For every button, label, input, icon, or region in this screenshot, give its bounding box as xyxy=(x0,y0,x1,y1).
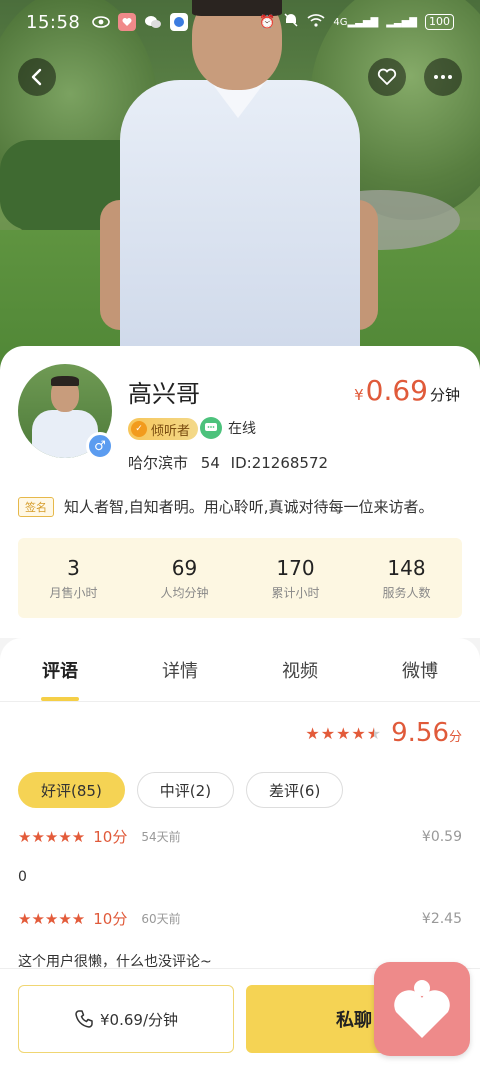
review-stars: ★★★★★ xyxy=(18,827,86,846)
tab-bar: 评语 详情 视频 微博 xyxy=(0,638,480,702)
profile-meta: 哈尔滨市 54 ID:21268572 xyxy=(128,452,328,473)
profile-photo xyxy=(0,0,480,400)
star-icon: ★ xyxy=(351,723,366,743)
floating-heart-button[interactable] xyxy=(374,962,470,1056)
rating-stars: ★ ★ ★ ★ ★ xyxy=(305,724,381,743)
filter-neutral[interactable]: 中评(2) xyxy=(136,772,235,808)
chevron-left-icon xyxy=(31,68,42,86)
heart-outline-icon xyxy=(377,68,397,85)
user-id: ID:21268572 xyxy=(230,454,329,472)
alarm-icon: ⏰ xyxy=(259,14,276,30)
star-half-icon: ★ xyxy=(366,723,382,743)
listener-icon: ✓ xyxy=(131,421,147,437)
signal-icon-2: ▂▃▅▇ xyxy=(386,16,417,28)
tab-reviews[interactable]: 评语 xyxy=(0,638,120,701)
review-amount: ¥0.59 xyxy=(421,828,462,845)
browser-icon xyxy=(170,13,189,31)
stat-monthly-hours: 3 月售小时 xyxy=(49,555,98,600)
stat-served-count: 148 服务人数 xyxy=(382,555,431,600)
signal-icon: 4G▂▃▅▇ xyxy=(333,16,379,28)
signature-tag: 签名 xyxy=(18,496,54,517)
review-item: ★★★★★ 10分 54天前 ¥0.59 0 xyxy=(18,826,462,886)
chat-bubble-icon xyxy=(200,417,222,439)
review-amount: ¥2.45 xyxy=(421,910,462,927)
battery-icon: 100 xyxy=(425,14,454,30)
tab-details[interactable]: 详情 xyxy=(120,638,240,701)
phone-icon xyxy=(75,1010,93,1028)
location: 哈尔滨市 xyxy=(128,454,189,472)
tab-weibo[interactable]: 微博 xyxy=(360,638,480,701)
stat-total-hours: 170 累计小时 xyxy=(271,555,320,600)
wechat-icon xyxy=(144,13,162,31)
price-per-minute: ¥ 0.69 分钟 xyxy=(354,374,460,407)
star-icon: ★ xyxy=(336,723,351,743)
star-icon: ★ xyxy=(305,723,320,743)
review-stars: ★★★★★ xyxy=(18,909,86,928)
review-filters: 好评(85) 中评(2) 差评(6) xyxy=(18,772,344,808)
overall-rating: ★ ★ ★ ★ ★ 9.56分 xyxy=(305,718,462,748)
age: 54 xyxy=(200,454,220,472)
heart-person-icon xyxy=(394,980,450,1038)
review-text: 0 xyxy=(18,869,27,885)
male-icon: ♂ xyxy=(86,432,114,460)
eye-icon xyxy=(92,13,111,31)
filter-positive[interactable]: 好评(85) xyxy=(18,772,125,808)
profile-card: ♂ 高兴哥 ✓ 倾听者 在线 哈尔滨市 54 ID:21268572 ¥ 0.6… xyxy=(0,346,480,638)
wifi-icon xyxy=(307,13,325,31)
review-date: 60天前 xyxy=(141,912,181,926)
star-icon: ★ xyxy=(320,723,336,743)
profile-name: 高兴哥 xyxy=(128,380,200,408)
favorite-button[interactable] xyxy=(368,58,406,96)
back-button[interactable] xyxy=(18,58,56,96)
stat-avg-minutes: 69 人均分钟 xyxy=(160,555,209,600)
mute-icon xyxy=(283,12,299,32)
more-dots-icon xyxy=(434,75,452,79)
rating-score: 9.56 xyxy=(391,718,449,748)
avatar[interactable]: ♂ xyxy=(18,364,114,460)
filter-negative[interactable]: 差评(6) xyxy=(246,772,344,808)
signature: 签名 知人者智,自知者明。用心聆听,真诚对待每一位来访者。 xyxy=(18,496,434,517)
status-time: 15:58 xyxy=(26,11,81,33)
review-score: 10分 xyxy=(93,910,128,928)
review-score: 10分 xyxy=(93,828,128,846)
online-status: 在线 xyxy=(200,417,256,439)
listener-badge: ✓ 倾听者 xyxy=(128,418,199,440)
tab-videos[interactable]: 视频 xyxy=(240,638,360,701)
call-button[interactable]: ¥0.69/分钟 xyxy=(18,985,234,1053)
review-date: 54天前 xyxy=(141,830,181,844)
app-heart-icon xyxy=(118,13,137,31)
more-button[interactable] xyxy=(424,58,462,96)
status-bar: 15:58 ⏰ 4G▂▃▅▇ ▂▃▅▇ 100 xyxy=(0,0,480,44)
stats-panel: 3 月售小时 69 人均分钟 170 累计小时 148 服务人数 xyxy=(18,538,462,618)
signature-text: 知人者智,自知者明。用心聆听,真诚对待每一位来访者。 xyxy=(64,498,434,516)
